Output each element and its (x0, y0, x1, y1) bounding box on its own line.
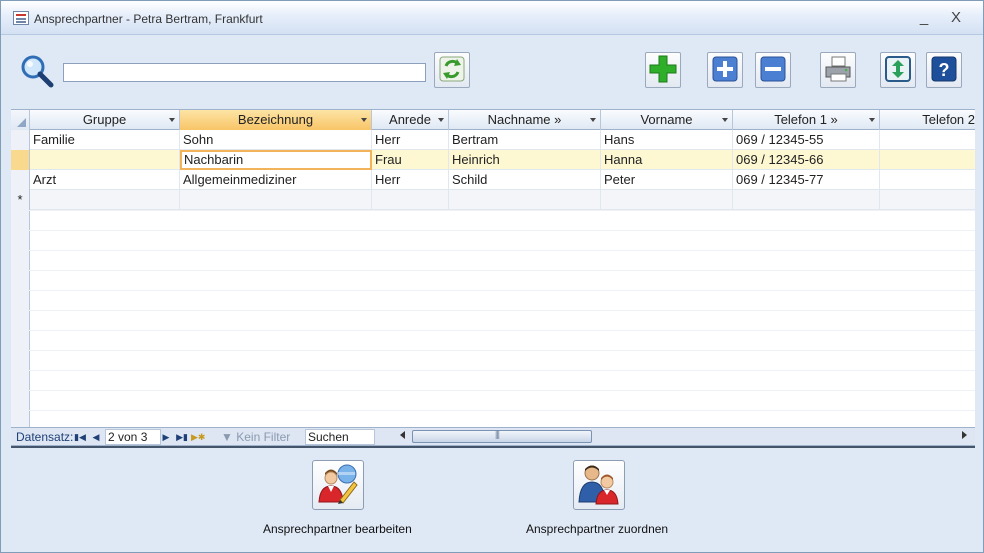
assign-contacts-button[interactable] (573, 460, 625, 510)
cell-telefon1[interactable]: 069 / 12345-66 (733, 150, 880, 170)
form-icon (13, 11, 29, 25)
cell-telefon1[interactable] (733, 190, 880, 210)
last-record-button[interactable]: ▶▮ (175, 429, 189, 445)
cell-nachname[interactable]: Heinrich (449, 150, 601, 170)
cell-telefon1[interactable]: 069 / 12345-77 (733, 170, 880, 190)
filter-indicator[interactable]: ▼ Kein Filter (221, 430, 290, 444)
horizontal-scrollbar-thumb[interactable] (412, 429, 592, 443)
new-record-nav-button[interactable]: ▶✱ (191, 429, 205, 445)
cell-bezeichnung[interactable]: Allgemeinmediziner (180, 170, 372, 190)
sort-button[interactable] (880, 52, 916, 88)
dropdown-arrow-icon[interactable] (438, 118, 444, 122)
previous-record-button[interactable]: ◀ (89, 429, 103, 445)
new-record-marker[interactable]: * (11, 190, 30, 210)
dropdown-arrow-icon[interactable] (869, 118, 875, 122)
column-header-telefon2[interactable]: Telefon 2 (880, 110, 975, 130)
cell-gruppe[interactable]: Familie (30, 130, 180, 150)
minimize-button[interactable]: _ (913, 9, 935, 29)
cell-vorname[interactable] (601, 190, 733, 210)
cell-anrede[interactable] (372, 190, 449, 210)
edit-contacts-label[interactable]: Ansprechpartner bearbeiten (263, 522, 412, 536)
cell-vorname[interactable]: Hans (601, 130, 733, 150)
title-bar: Ansprechpartner - Petra Bertram, Frankfu… (1, 1, 983, 35)
search-input[interactable] (63, 63, 426, 82)
up-down-arrow-icon (884, 55, 912, 86)
plus-icon (711, 55, 739, 86)
column-header-row: Gruppe Bezeichnung Anrede Nachname » Vor… (11, 110, 975, 130)
cell-telefon2[interactable] (880, 130, 975, 150)
scroll-left-arrow-icon[interactable] (400, 431, 405, 439)
cell-telefon2[interactable] (880, 190, 975, 210)
row-selector[interactable] (11, 170, 30, 190)
assign-contacts-label[interactable]: Ansprechpartner zuordnen (526, 522, 668, 536)
new-button[interactable] (707, 52, 743, 88)
cell-anrede[interactable]: Herr (372, 170, 449, 190)
cell-telefon1[interactable]: 069 / 12345-55 (733, 130, 880, 150)
main-window: Ansprechpartner - Petra Bertram, Frankfu… (0, 0, 984, 553)
column-header-gruppe[interactable]: Gruppe (30, 110, 180, 130)
cell-anrede[interactable]: Herr (372, 130, 449, 150)
edit-contacts-button[interactable] (312, 460, 364, 510)
window-title: Ansprechpartner - Petra Bertram, Frankfu… (34, 12, 263, 26)
scroll-right-arrow-icon[interactable] (962, 431, 967, 439)
people-assign-icon (577, 462, 621, 509)
row-selector-current[interactable] (11, 150, 30, 170)
cell-bezeichnung-editing[interactable]: Nachbarin (180, 150, 372, 170)
footer-panel: Ansprechpartner bearbeiten Ansprechpartn… (11, 446, 975, 544)
close-button[interactable]: X (945, 9, 967, 29)
magnifier-icon[interactable] (19, 53, 55, 89)
cell-gruppe[interactable] (30, 150, 180, 170)
delete-button[interactable] (755, 52, 791, 88)
help-button[interactable]: ? (926, 52, 962, 88)
green-plus-icon (648, 54, 678, 87)
print-button[interactable] (820, 52, 856, 88)
cell-telefon2[interactable] (880, 150, 975, 170)
record-navigation-bar: Datensatz: ▮◀ ◀ 2 von 3 ▶ ▶▮ ▶✱ ▼ Kein F… (11, 427, 975, 446)
cell-gruppe[interactable]: Arzt (30, 170, 180, 190)
refresh-icon (437, 54, 467, 87)
printer-icon (823, 54, 853, 87)
cell-vorname[interactable]: Hanna (601, 150, 733, 170)
dropdown-arrow-icon[interactable] (590, 118, 596, 122)
column-header-vorname[interactable]: Vorname (601, 110, 733, 130)
column-header-bezeichnung[interactable]: Bezeichnung (180, 110, 372, 130)
dropdown-arrow-icon[interactable] (169, 118, 175, 122)
funnel-icon: ▼ (221, 430, 233, 444)
help-icon: ? (930, 55, 958, 86)
cell-nachname[interactable] (449, 190, 601, 210)
cell-telefon2[interactable] (880, 170, 975, 190)
minus-icon (759, 55, 787, 86)
row-selector[interactable] (11, 130, 30, 150)
refresh-button[interactable] (434, 52, 470, 88)
cell-nachname[interactable]: Bertram (449, 130, 601, 150)
cell-gruppe[interactable] (30, 190, 180, 210)
toolbar: ? (11, 35, 975, 109)
cell-bezeichnung[interactable] (180, 190, 372, 210)
cell-anrede[interactable]: Frau (372, 150, 449, 170)
column-header-anrede[interactable]: Anrede (372, 110, 449, 130)
new-record-row[interactable]: * (11, 190, 975, 210)
cell-vorname[interactable]: Peter (601, 170, 733, 190)
svg-text:?: ? (939, 60, 950, 80)
datasheet-grid: Gruppe Bezeichnung Anrede Nachname » Vor… (11, 109, 975, 427)
first-record-button[interactable]: ▮◀ (73, 429, 87, 445)
record-position-field[interactable]: 2 von 3 (105, 429, 161, 445)
dropdown-arrow-icon[interactable] (361, 118, 367, 122)
record-label: Datensatz: (16, 430, 74, 444)
cell-bezeichnung[interactable]: Sohn (180, 130, 372, 150)
people-edit-icon (316, 462, 360, 509)
empty-grid-area (11, 210, 975, 427)
table-row[interactable]: Familie Sohn Herr Bertram Hans 069 / 123… (11, 130, 975, 150)
column-header-telefon1[interactable]: Telefon 1 » (733, 110, 880, 130)
next-record-button[interactable]: ▶ (159, 429, 173, 445)
cell-nachname[interactable]: Schild (449, 170, 601, 190)
select-all-corner[interactable] (11, 110, 30, 130)
record-search-input[interactable]: Suchen (305, 429, 375, 445)
table-row[interactable]: Arzt Allgemeinmediziner Herr Schild Pete… (11, 170, 975, 190)
add-record-button[interactable] (645, 52, 681, 88)
column-header-nachname[interactable]: Nachname » (449, 110, 601, 130)
table-row-current[interactable]: Nachbarin Frau Heinrich Hanna 069 / 1234… (11, 150, 975, 170)
dropdown-arrow-icon[interactable] (722, 118, 728, 122)
